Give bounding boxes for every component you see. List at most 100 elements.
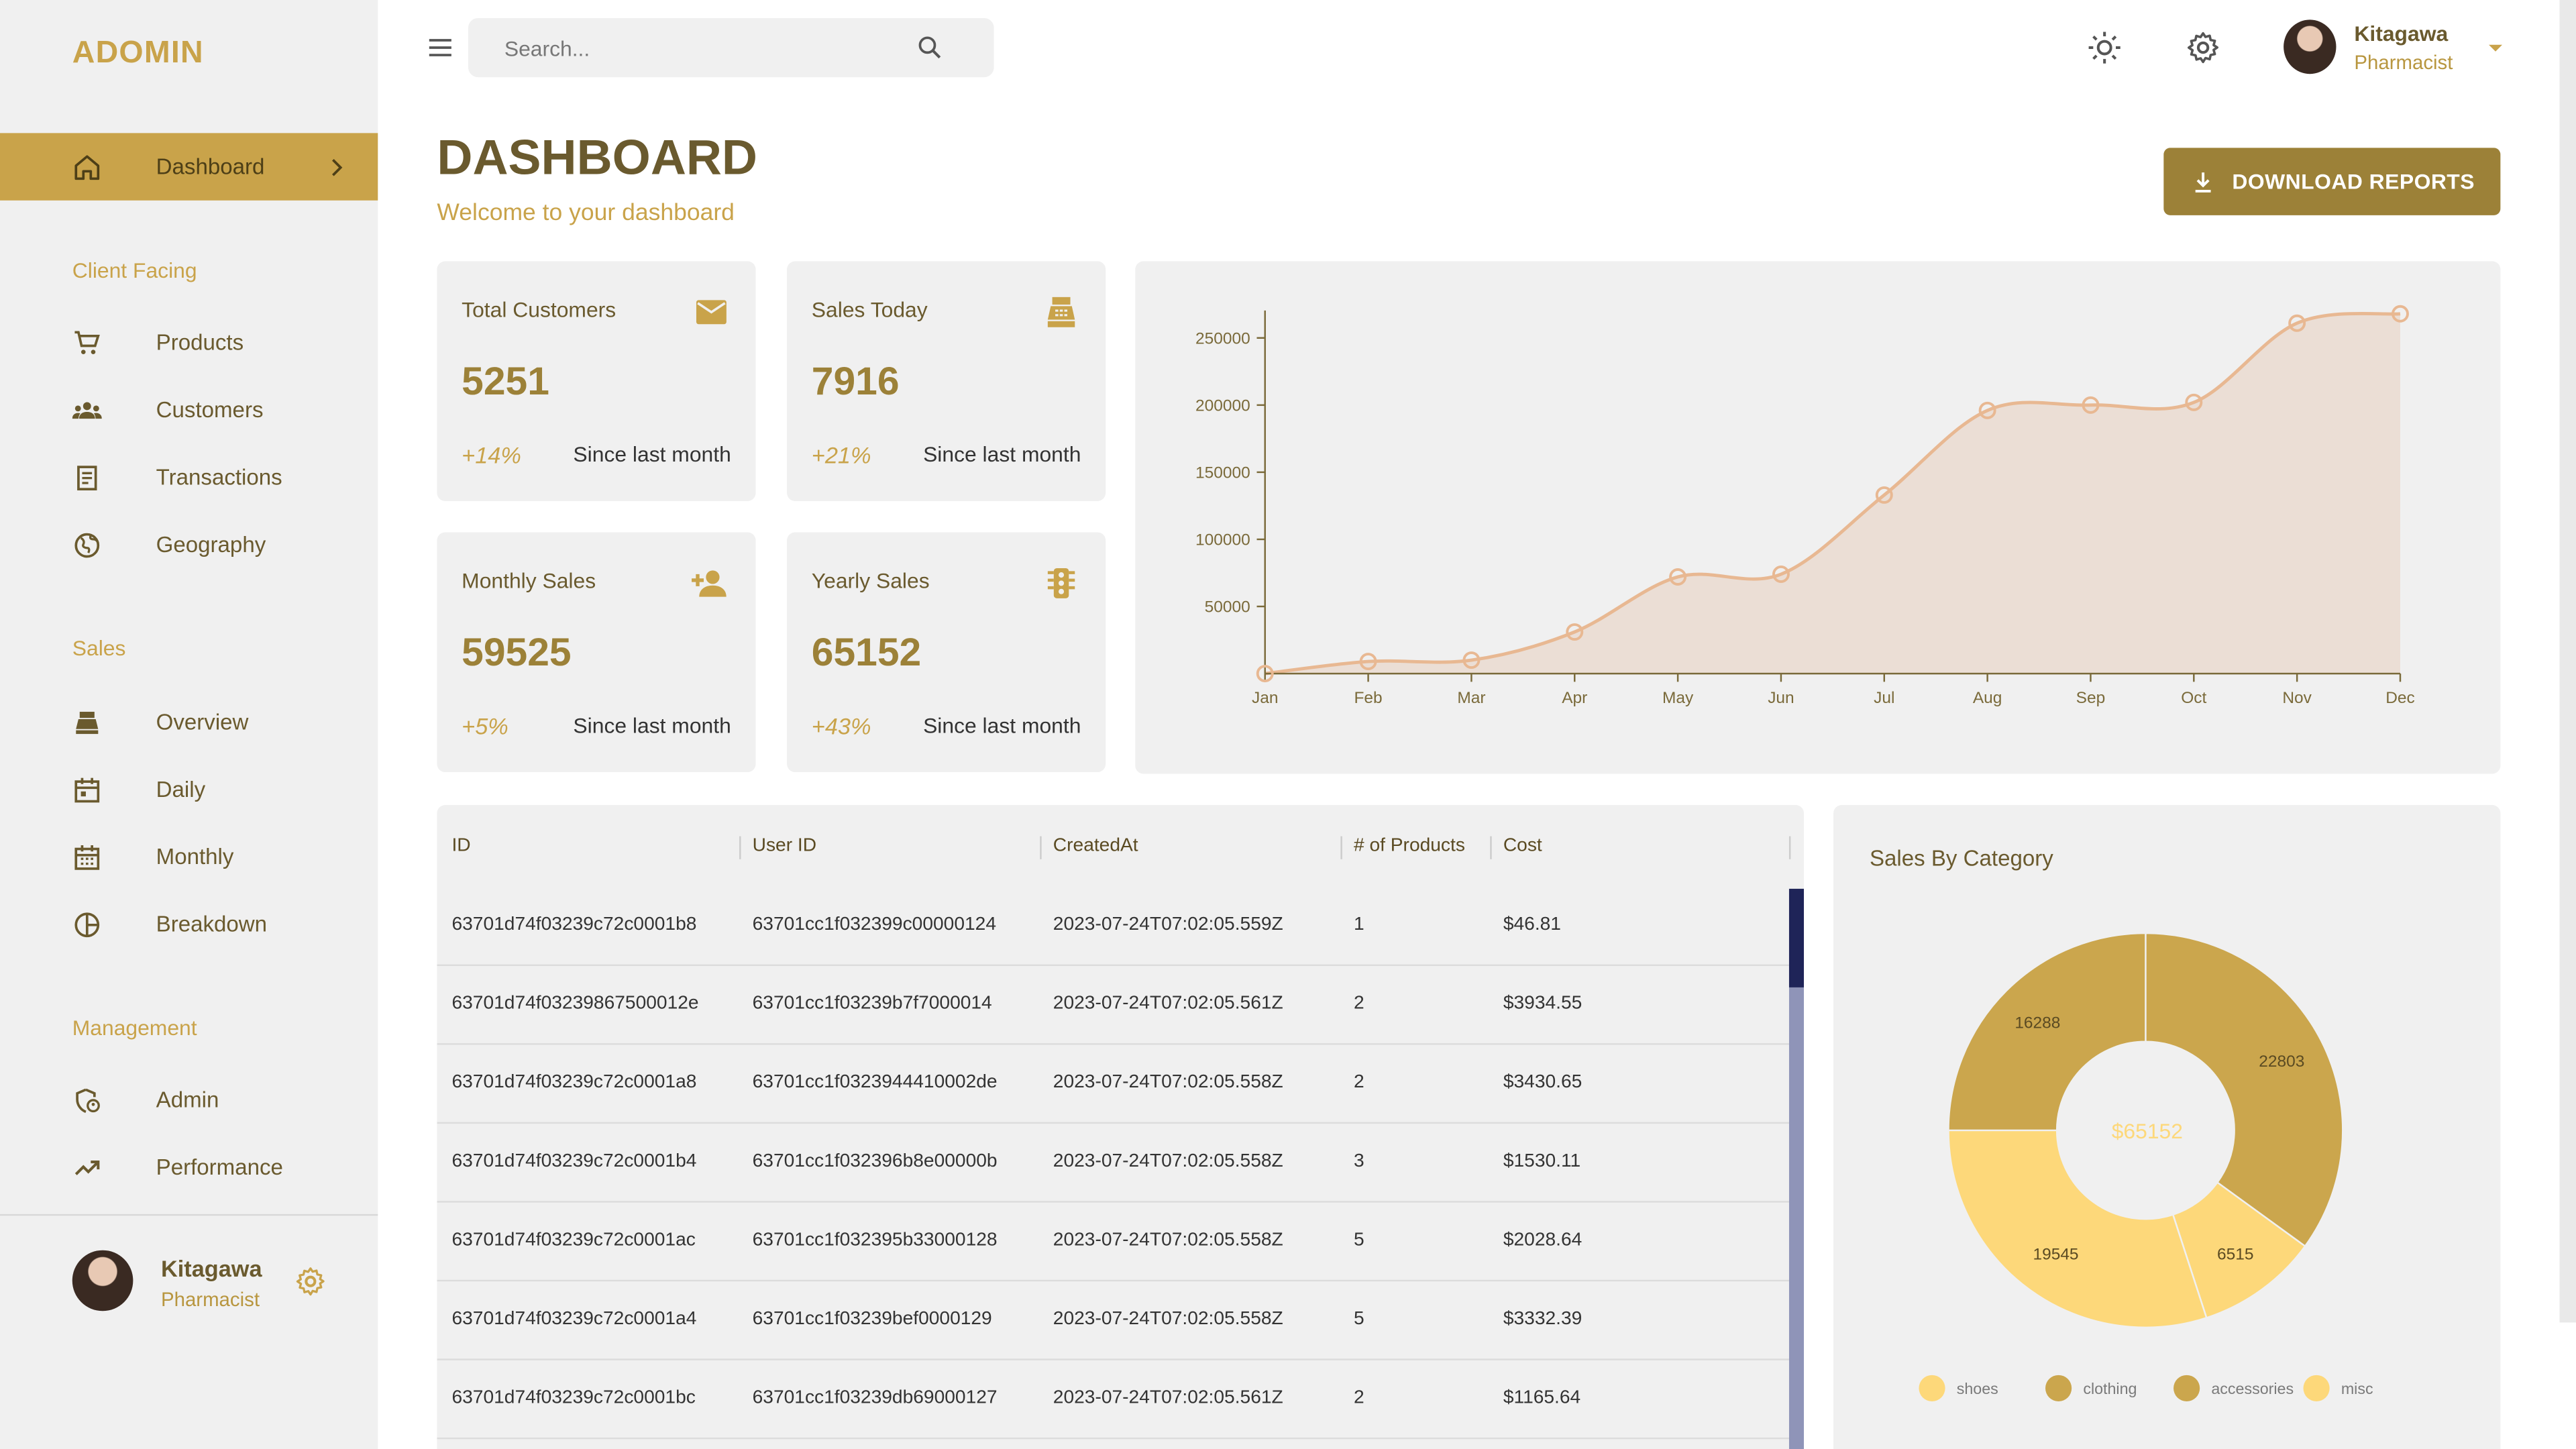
point-of-sale-icon <box>1043 294 1079 330</box>
legend-label: accessories <box>2211 1380 2294 1397</box>
section-title-sales: Sales <box>72 635 126 661</box>
calendar-day-icon <box>72 775 102 804</box>
table-scrollbar-thumb[interactable] <box>1788 888 1805 987</box>
column-separator[interactable] <box>739 836 741 859</box>
calendar-month-icon <box>72 842 102 871</box>
sidebar-item-overview[interactable]: Overview <box>0 688 378 755</box>
column-separator[interactable] <box>1788 836 1791 859</box>
legend-label: clothing <box>2083 1380 2137 1397</box>
table-row[interactable]: 63701d74f03239c72c0001b8 63701cc1f032399… <box>437 887 1789 967</box>
table-row[interactable]: 63701d74f03239c72c0001b4 63701cc1f032396… <box>437 1124 1789 1203</box>
receipt-icon <box>72 462 102 492</box>
x-tick-label: Jan <box>1252 689 1278 707</box>
caret-down-icon[interactable] <box>2484 36 2507 59</box>
brand-logo[interactable]: ADOMIN <box>72 36 204 72</box>
column-header-products[interactable]: # of Products <box>1354 837 1465 856</box>
area-fill <box>1265 313 2400 674</box>
stat-title: Total Customers <box>462 297 616 323</box>
page-scrollbar-thumb[interactable] <box>2559 0 2576 1323</box>
pie-slice-clothing <box>2145 932 2344 1248</box>
cell-id: 63701d74f03239c72c0001ac <box>451 1230 696 1250</box>
page-subtitle: Welcome to your dashboard <box>437 200 735 227</box>
sidebar-item-geography[interactable]: Geography <box>0 511 378 578</box>
sidebar-divider <box>0 1214 378 1216</box>
sidebar-item-label: Geography <box>156 532 266 557</box>
cell-cost: $1530.11 <box>1503 1151 1581 1172</box>
table-row[interactable]: 63701d74f03239867500012e 63701cc1f03239b… <box>437 966 1789 1045</box>
avatar[interactable] <box>2284 19 2337 74</box>
column-separator[interactable] <box>1490 836 1492 859</box>
sidebar-item-label: Daily <box>156 777 206 802</box>
globe-icon <box>72 530 102 559</box>
pie-slice-accessories <box>1947 1129 2208 1328</box>
cell-products: 2 <box>1353 994 1364 1014</box>
download-reports-button[interactable]: DOWNLOAD REPORTS <box>2163 148 2501 215</box>
cell-user-id: 63701cc1f032399c00000124 <box>752 915 997 935</box>
sidebar-item-label: Transactions <box>156 465 282 490</box>
legend-swatch-accessories <box>2174 1375 2200 1401</box>
stat-card-monthly-sales: Monthly Sales 59525 +5% Since last month <box>437 532 756 773</box>
search-icon[interactable] <box>915 33 945 62</box>
cell-products: 5 <box>1353 1309 1364 1330</box>
download-reports-label: DOWNLOAD REPORTS <box>2232 169 2475 194</box>
sidebar-item-label: Performance <box>156 1155 283 1180</box>
table-row[interactable]: 63701d74f03239c72c0001a4 63701cc1f03239b… <box>437 1281 1789 1360</box>
x-tick-label: Mar <box>1457 689 1485 707</box>
stat-increase: +5% <box>462 712 508 740</box>
table-row[interactable]: 63701d74f03239c72c0001bc 63701cc1f03239d… <box>437 1360 1789 1440</box>
cell-user-id: 63701cc1f03239bef0000129 <box>752 1309 992 1330</box>
sidebar-item-customers[interactable]: Customers <box>0 376 378 443</box>
sidebar-item-transactions[interactable]: Transactions <box>0 443 378 511</box>
stat-since: Since last month <box>923 441 1081 467</box>
cell-cost: $2028.64 <box>1503 1230 1582 1250</box>
stat-title: Yearly Sales <box>811 568 930 594</box>
x-tick-label: Oct <box>2181 689 2206 707</box>
cell-cost: $46.81 <box>1503 915 1562 935</box>
column-separator[interactable] <box>1040 836 1042 859</box>
admin-icon <box>72 1085 102 1115</box>
legend-swatch-shoes <box>1919 1375 1945 1401</box>
menu-icon[interactable] <box>425 33 455 62</box>
sidebar-item-admin[interactable]: Admin <box>0 1066 378 1133</box>
column-header-cost[interactable]: Cost <box>1503 837 1542 856</box>
sidebar-item-label: Monthly <box>156 844 234 869</box>
profile-name: Kitagawa <box>161 1255 262 1282</box>
x-tick-label: Jun <box>1768 689 1794 707</box>
column-header-created-at[interactable]: CreatedAt <box>1053 837 1138 856</box>
stat-since: Since last month <box>573 712 731 738</box>
sales-line-chart: 50000 100000 150000 200000 250000 Jan Feb Mar Ap… <box>1135 261 2501 774</box>
avatar[interactable] <box>72 1250 133 1311</box>
x-tick-label: Feb <box>1354 689 1382 707</box>
stat-title: Monthly Sales <box>462 568 596 594</box>
person-add-icon <box>690 565 730 601</box>
cart-icon <box>72 328 102 358</box>
cell-created-at: 2023-07-24T07:02:05.558Z <box>1053 1309 1283 1330</box>
column-header-user-id[interactable]: User ID <box>753 837 816 856</box>
column-header-id[interactable]: ID <box>451 837 470 856</box>
cell-id: 63701d74f03239c72c0001b4 <box>451 1151 697 1172</box>
sidebar-item-daily[interactable]: Daily <box>0 756 378 823</box>
sidebar-item-breakdown[interactable]: Breakdown <box>0 890 378 957</box>
sidebar-item-dashboard[interactable]: Dashboard <box>0 133 378 201</box>
cell-user-id: 63701cc1f03239b7f7000014 <box>752 994 992 1014</box>
top-profile-menu[interactable]: Kitagawa Pharmacist <box>2280 19 2526 78</box>
sidebar-item-label: Admin <box>156 1087 219 1112</box>
line-chart-svg: 50000 100000 150000 200000 250000 Jan Feb Mar Ap… <box>1195 305 2415 707</box>
table-row[interactable]: 63701d74f03239c72c0001ac 63701cc1f032395… <box>437 1203 1789 1282</box>
download-icon <box>2190 168 2216 195</box>
table-row[interactable]: 63701d74f03239c72c0001a8 63701cc1f032394… <box>437 1045 1789 1124</box>
cell-products: 2 <box>1353 1388 1364 1408</box>
cell-products: 3 <box>1353 1151 1364 1172</box>
settings-icon[interactable] <box>2185 30 2221 66</box>
stat-card-sales-today: Sales Today 7916 +21% Since last month <box>787 261 1106 501</box>
column-separator[interactable] <box>1340 836 1342 859</box>
cell-user-id: 63701cc1f032396b8e00000b <box>752 1151 998 1172</box>
gear-icon[interactable] <box>294 1265 327 1298</box>
sidebar-item-products[interactable]: Products <box>0 309 378 376</box>
cell-created-at: 2023-07-24T07:02:05.558Z <box>1053 1073 1283 1093</box>
search-input[interactable] <box>504 32 899 63</box>
stat-value: 59525 <box>462 631 572 676</box>
sidebar-item-performance[interactable]: Performance <box>0 1134 378 1201</box>
light-mode-icon[interactable] <box>2086 30 2123 66</box>
sidebar-item-monthly[interactable]: Monthly <box>0 823 378 890</box>
